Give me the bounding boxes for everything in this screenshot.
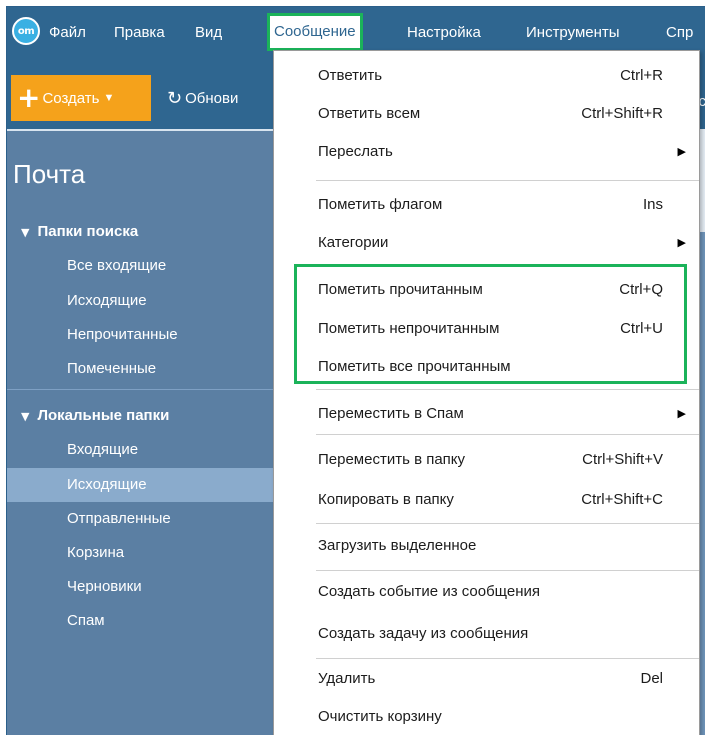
folder-inbox[interactable]: Входящие bbox=[7, 433, 275, 467]
menu-move-to-spam[interactable]: Переместить в Спам ▶ bbox=[274, 397, 699, 431]
create-label: Создать bbox=[42, 89, 100, 107]
menu-tools[interactable]: Инструменты bbox=[522, 21, 624, 45]
menu-forward[interactable]: Переслать ▶ bbox=[274, 135, 699, 169]
menu-copy-to-folder[interactable]: Копировать в папку Ctrl+Shift+C bbox=[274, 483, 699, 517]
menu-separator bbox=[316, 389, 699, 390]
folder-trash[interactable]: Корзина bbox=[7, 536, 275, 570]
menu-empty-trash[interactable]: Очистить корзину bbox=[274, 700, 699, 734]
sidebar-divider-top bbox=[7, 129, 275, 131]
menu-mark-all-read[interactable]: Пометить все прочитанным bbox=[274, 350, 699, 384]
folder-group-label: Локальные папки bbox=[37, 407, 170, 424]
folder-unread[interactable]: Непрочитанные bbox=[7, 318, 275, 352]
submenu-arrow-icon: ▶ bbox=[677, 236, 686, 249]
folder-drafts[interactable]: Черновики bbox=[7, 570, 275, 604]
folder-outbox[interactable]: Исходящие bbox=[7, 468, 275, 502]
menu-flag[interactable]: Пометить флагом Ins bbox=[274, 188, 699, 222]
menu-mark-unread[interactable]: Пометить непрочитанным Ctrl+U bbox=[274, 312, 699, 346]
refresh-icon: ↻ bbox=[167, 87, 183, 109]
menu-help[interactable]: Спр bbox=[662, 21, 697, 45]
folder-sent[interactable]: Отправленные bbox=[7, 502, 275, 536]
folder-flagged[interactable]: Помеченные bbox=[7, 352, 275, 386]
menu-separator bbox=[316, 434, 699, 435]
menu-separator bbox=[316, 658, 699, 659]
menu-mark-read[interactable]: Пометить прочитанным Ctrl+Q bbox=[274, 273, 699, 307]
submenu-arrow-icon: ▶ bbox=[677, 145, 686, 158]
menu-reply[interactable]: Ответить Ctrl+R bbox=[274, 59, 699, 93]
folder-group-label: Папки поиска bbox=[37, 223, 139, 240]
submenu-arrow-icon: ▶ bbox=[677, 407, 686, 420]
menu-move-to-folder[interactable]: Переместить в папку Ctrl+Shift+V bbox=[274, 443, 699, 477]
folder-search-outbox[interactable]: Исходящие bbox=[7, 284, 275, 318]
sidebar-divider bbox=[7, 389, 275, 390]
menu-view[interactable]: Вид bbox=[191, 21, 226, 45]
chevron-down-icon: ▼ bbox=[103, 92, 115, 104]
folder-spam[interactable]: Спам bbox=[7, 604, 275, 638]
folder-group-search[interactable]: ▼ Папки поиска bbox=[21, 223, 138, 240]
app-window: om Файл Правка Вид Сообщение Настройка И… bbox=[6, 6, 705, 735]
folder-group-local[interactable]: ▼ Локальные папки bbox=[21, 407, 169, 424]
sidebar: Почта ▼ Папки поиска Все входящие Исходящ… bbox=[7, 129, 275, 735]
menu-separator bbox=[316, 523, 699, 524]
menu-separator bbox=[316, 570, 699, 571]
refresh-label: Обнови bbox=[185, 89, 239, 107]
app-logo-icon: om bbox=[12, 17, 40, 45]
menu-edit[interactable]: Правка bbox=[110, 21, 169, 45]
plus-icon: + bbox=[17, 81, 41, 114]
sidebar-title: Почта bbox=[13, 159, 86, 189]
menu-create-task[interactable]: Создать задачу из сообщения bbox=[274, 617, 699, 651]
create-button[interactable]: + Создать ▼ bbox=[11, 75, 151, 121]
menu-categories[interactable]: Категории ▶ bbox=[274, 226, 699, 260]
menu-settings[interactable]: Настройка bbox=[403, 21, 485, 45]
expand-triangle-icon: ▼ bbox=[21, 410, 30, 423]
menu-delete[interactable]: Удалить Del bbox=[274, 662, 699, 696]
folder-all-inbox[interactable]: Все входящие bbox=[7, 249, 275, 283]
menu-message[interactable]: Сообщение bbox=[267, 13, 363, 51]
message-menu-dropdown: Ответить Ctrl+R Ответить всем Ctrl+Shift… bbox=[273, 50, 700, 735]
refresh-button[interactable]: ↻ Обнови bbox=[167, 87, 238, 109]
menu-separator bbox=[316, 180, 699, 181]
menu-reply-all[interactable]: Ответить всем Ctrl+Shift+R bbox=[274, 97, 699, 131]
menu-file[interactable]: Файл bbox=[45, 21, 90, 45]
menu-create-event[interactable]: Создать событие из сообщения bbox=[274, 575, 699, 609]
menu-load-selected[interactable]: Загрузить выделенное bbox=[274, 529, 699, 563]
expand-triangle-icon: ▼ bbox=[21, 226, 30, 239]
